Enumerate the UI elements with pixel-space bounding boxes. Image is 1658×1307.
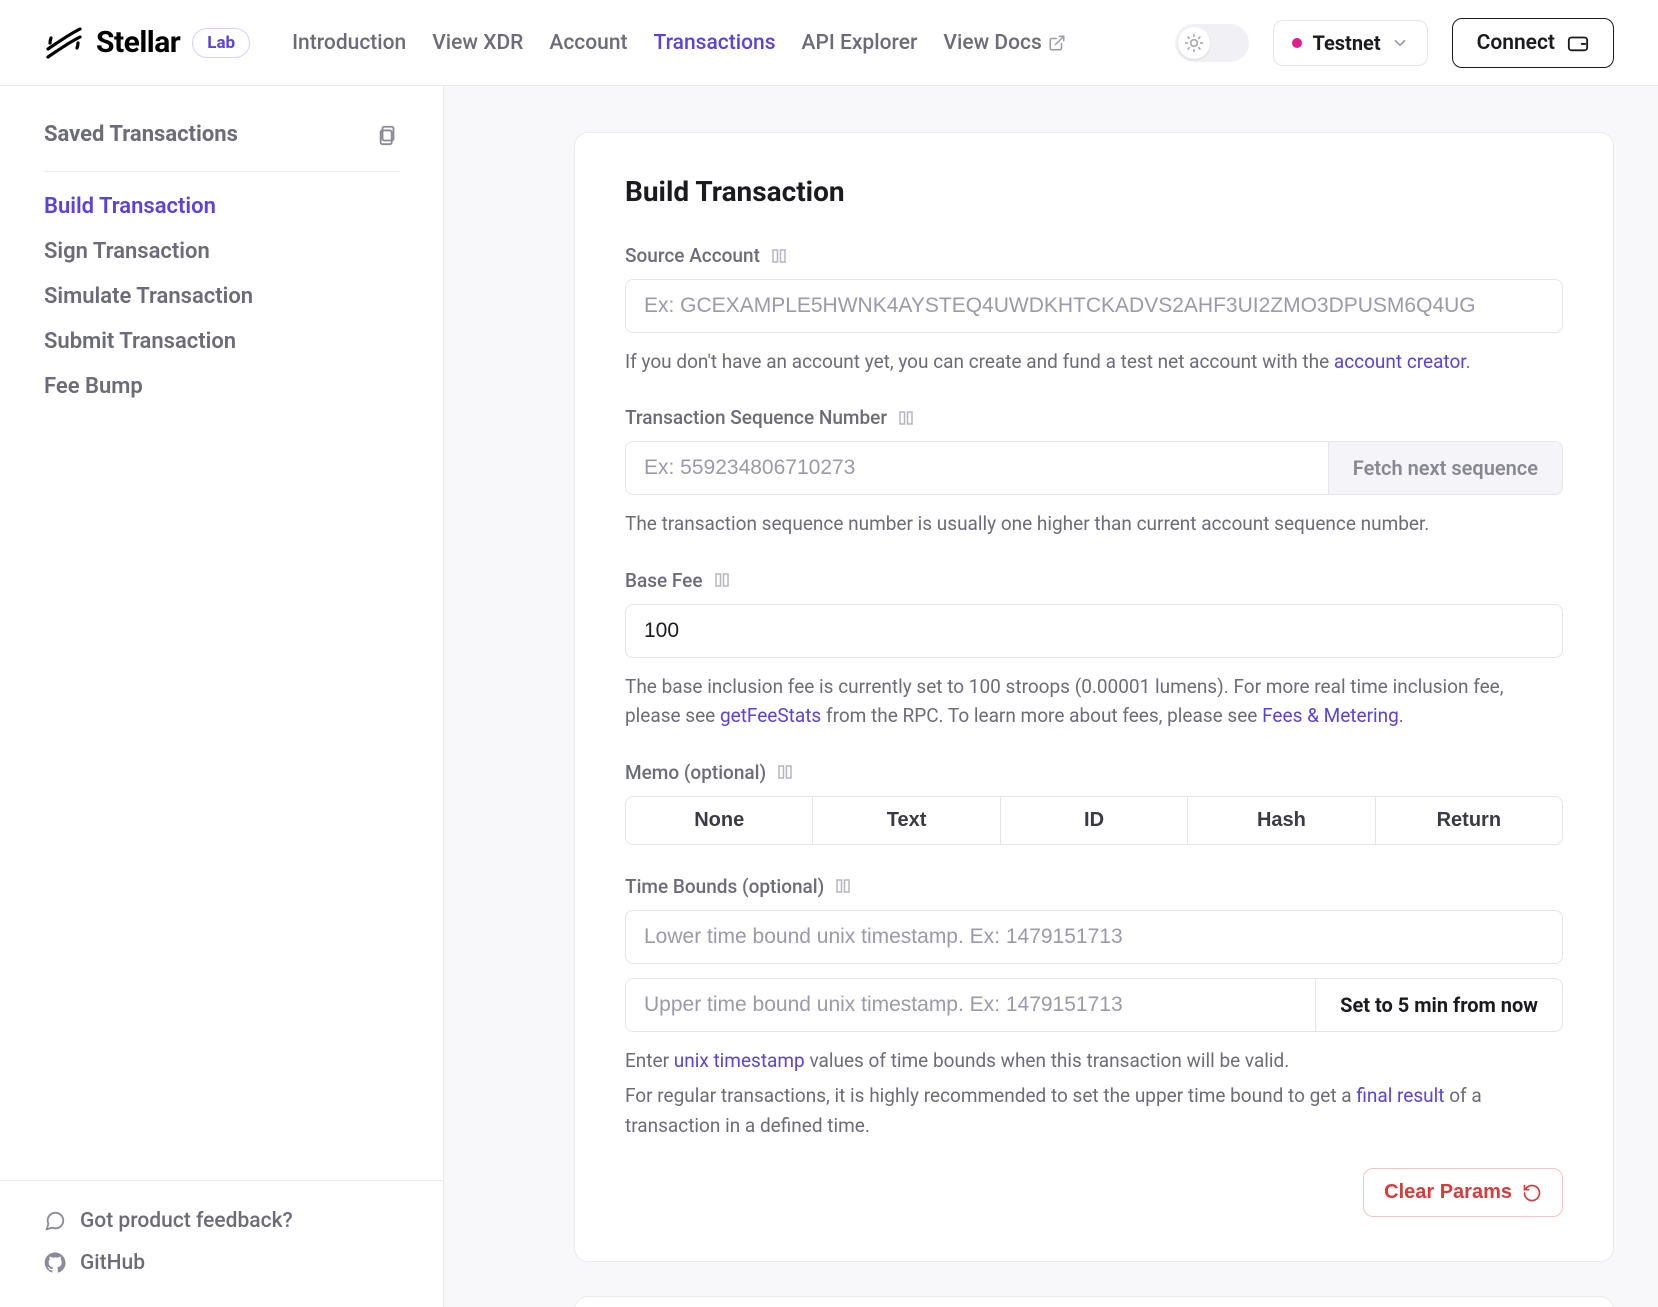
memo-text[interactable]: Text [813, 796, 1000, 845]
doc-icon[interactable] [834, 877, 852, 895]
network-name: Testnet [1312, 31, 1380, 55]
feedback-icon [44, 1210, 66, 1232]
operations-card: Operation 0 [574, 1296, 1614, 1307]
doc-icon[interactable] [770, 247, 788, 265]
field-source-account: Source Account If you don't have an acco… [625, 244, 1563, 376]
lower-timebound-input[interactable] [625, 910, 1563, 964]
feedback-label: Got product feedback? [80, 1209, 293, 1233]
account-creator-link[interactable]: account creator [1334, 350, 1466, 373]
primary-nav: Introduction View XDR Account Transactio… [292, 31, 1066, 55]
logo-block: Stellar Lab [44, 23, 250, 63]
lab-badge: Lab [192, 28, 250, 58]
unix-timestamp-link[interactable]: unix timestamp [674, 1049, 805, 1072]
sidebar-item-simulate[interactable]: Simulate Transaction [44, 284, 399, 309]
connect-label: Connect [1477, 31, 1555, 55]
wallet-icon [1567, 32, 1589, 54]
field-memo: Memo (optional) None Text ID Hash Return [625, 761, 1563, 845]
field-timebounds: Time Bounds (optional) Set to 5 min from… [625, 875, 1563, 1140]
fee-input[interactable] [625, 604, 1563, 658]
set-5min-button[interactable]: Set to 5 min from now [1316, 978, 1563, 1032]
github-icon [44, 1252, 66, 1274]
get-fee-stats-link[interactable]: getFeeStats [720, 704, 821, 727]
label-source-account: Source Account [625, 244, 760, 267]
label-timebounds: Time Bounds (optional) [625, 875, 824, 898]
doc-icon[interactable] [713, 571, 731, 589]
app-name: Stellar [96, 25, 180, 60]
nav-transactions[interactable]: Transactions [654, 31, 776, 55]
memo-return[interactable]: Return [1376, 796, 1563, 845]
theme-toggle[interactable] [1175, 24, 1249, 62]
clear-params-button[interactable]: Clear Params [1363, 1168, 1563, 1217]
doc-icon[interactable] [897, 409, 915, 427]
feedback-link[interactable]: Got product feedback? [44, 1209, 399, 1233]
network-status-dot [1292, 38, 1302, 48]
help-source-account: If you don't have an account yet, you ca… [625, 347, 1563, 376]
nav-view-docs-label: View Docs [943, 31, 1041, 55]
sidebar-item-feebump[interactable]: Fee Bump [44, 374, 399, 399]
field-seq: Transaction Sequence Number Fetch next s… [625, 406, 1563, 538]
stellar-logo-icon [44, 23, 84, 63]
sidebar-item-submit[interactable]: Submit Transaction [44, 329, 399, 354]
label-memo: Memo (optional) [625, 761, 766, 784]
nav-view-docs[interactable]: View Docs [943, 31, 1065, 55]
memo-id[interactable]: ID [1001, 796, 1188, 845]
sidebar-item-sign[interactable]: Sign Transaction [44, 239, 399, 264]
app-header: Stellar Lab Introduction View XDR Accoun… [0, 0, 1658, 86]
nav-view-xdr[interactable]: View XDR [432, 31, 523, 55]
label-seq: Transaction Sequence Number [625, 406, 887, 429]
label-fee: Base Fee [625, 569, 703, 592]
sun-icon [1184, 33, 1204, 53]
memo-type-segmented: None Text ID Hash Return [625, 796, 1563, 845]
fees-metering-link[interactable]: Fees & Metering [1262, 704, 1399, 727]
fetch-sequence-button[interactable]: Fetch next sequence [1329, 441, 1563, 495]
sidebar-title: Saved Transactions [44, 122, 238, 147]
saved-icon[interactable] [377, 124, 399, 146]
main-content: Build Transaction Source Account If you … [444, 86, 1658, 1307]
network-selector[interactable]: Testnet [1273, 20, 1427, 66]
source-account-input[interactable] [625, 279, 1563, 333]
github-label: GitHub [80, 1251, 145, 1275]
memo-none[interactable]: None [625, 796, 813, 845]
external-link-icon [1048, 34, 1066, 52]
memo-hash[interactable]: Hash [1188, 796, 1375, 845]
build-tx-card: Build Transaction Source Account If you … [574, 132, 1614, 1262]
refresh-icon [1522, 1183, 1542, 1203]
help-tb1: Enter unix timestamp values of time boun… [625, 1046, 1563, 1075]
upper-timebound-input[interactable] [625, 978, 1316, 1032]
nav-account[interactable]: Account [549, 31, 627, 55]
clear-params-label: Clear Params [1384, 1181, 1512, 1204]
help-seq: The transaction sequence number is usual… [625, 509, 1563, 538]
final-result-link[interactable]: final result [1356, 1084, 1444, 1107]
help-tb2: For regular transactions, it is highly r… [625, 1081, 1563, 1140]
page-title: Build Transaction [625, 175, 1563, 208]
github-link[interactable]: GitHub [44, 1251, 399, 1275]
nav-introduction[interactable]: Introduction [292, 31, 406, 55]
seq-input[interactable] [625, 441, 1329, 495]
sidebar: Saved Transactions Build Transaction Sig… [0, 86, 444, 1307]
help-fee: The base inclusion fee is currently set … [625, 672, 1563, 731]
connect-wallet-button[interactable]: Connect [1452, 18, 1614, 68]
chevron-down-icon [1391, 34, 1409, 52]
sidebar-item-build[interactable]: Build Transaction [44, 194, 399, 219]
theme-knob [1178, 27, 1210, 59]
nav-api-explorer[interactable]: API Explorer [802, 31, 918, 55]
doc-icon[interactable] [776, 763, 794, 781]
field-fee: Base Fee The base inclusion fee is curre… [625, 569, 1563, 731]
